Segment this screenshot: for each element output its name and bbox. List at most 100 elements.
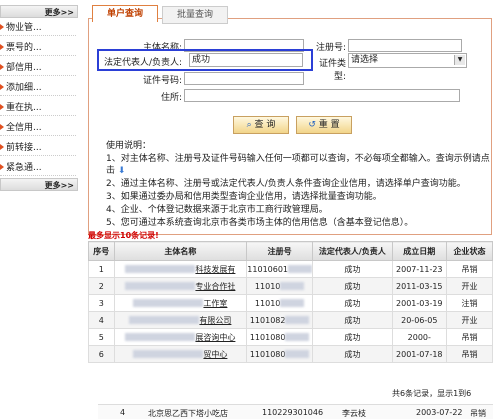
sidebar-item[interactable]: 重在执... <box>0 102 76 116</box>
cell-reg: 11010 <box>246 277 314 295</box>
cell-status: 注销 <box>445 294 494 312</box>
cell-no: 2 <box>88 277 115 295</box>
cell-date: 2011-03-15 <box>391 277 447 295</box>
company-name-link[interactable]: 展咨询中心 <box>195 333 235 342</box>
sidebar-item[interactable]: 添加细... <box>0 82 76 96</box>
sidebar-more-link-2[interactable]: 更多>> <box>0 178 78 191</box>
sidebar-item-label: 部信用... <box>6 63 42 73</box>
sidebar-item[interactable]: 紧急通... <box>0 162 76 176</box>
sidebar-item[interactable]: 前转接... <box>0 142 76 156</box>
company-name-link[interactable]: 工作室 <box>203 299 227 308</box>
sidebar-item-label: 全信用... <box>6 123 42 133</box>
cell-rep: 成功 <box>312 345 393 363</box>
help-line-4: 4、企业、个体登记数据来源于北京市工商行政管理局。 <box>106 205 328 215</box>
table-row[interactable]: 4 有限公司 1101082 成功 20-06-05 开业 <box>88 311 494 329</box>
cell-rep: 成功 <box>312 328 393 346</box>
sidebar-item-label: 重在执... <box>6 103 42 113</box>
cell-no: 3 <box>88 294 115 312</box>
legal-rep-input[interactable]: 成功 <box>189 53 303 67</box>
reset-icon: ↺ <box>308 120 316 130</box>
cert-type-label: 证件类型: <box>318 59 346 82</box>
result-footer: 共6条记录，显示1到6 <box>392 389 472 398</box>
cell-status: 开业 <box>445 277 494 295</box>
arrow-down-icon[interactable]: ⬇ <box>118 166 126 176</box>
bullet-arrow-icon <box>0 24 4 30</box>
cert-no-input[interactable] <box>184 72 304 85</box>
redacted-block <box>133 350 204 358</box>
table-row[interactable]: 5 展咨询中心 1101080 成功 2000- 吊销 <box>88 328 494 346</box>
cell-date: 2000- <box>391 328 447 346</box>
company-name-link[interactable]: 有限公司 <box>199 316 231 325</box>
help-title: 使用说明： <box>106 141 152 151</box>
sidebar-item-label: 前转接... <box>6 143 42 153</box>
sidebar-item[interactable]: 全信用... <box>0 122 76 136</box>
table-row[interactable]: 2 专业合作社 11010 成功 2011-03-15 开业 <box>88 277 494 295</box>
redacted-block <box>280 282 305 290</box>
sidebar-item[interactable]: 部信用... <box>0 62 76 76</box>
results-table: 序号 主体名称 注册号 法定代表人/负责人 成立日期 企业状态 1 科技发展有 11… <box>88 241 494 363</box>
reg-no-input[interactable] <box>348 39 462 52</box>
cert-type-select[interactable]: 请选择 ▼ <box>348 53 467 68</box>
col-header-no: 序号 <box>88 241 115 261</box>
result-limit-notice: 最多显示10条记录! <box>88 231 159 240</box>
sidebar-item-label: 物业管... <box>6 23 42 33</box>
redacted-block <box>125 265 196 273</box>
reg-no-text: 11010 <box>254 298 281 308</box>
bullet-arrow-icon <box>0 84 4 90</box>
cell-reg: 1101080 <box>246 345 314 363</box>
sidebar-item-label: 紧急通... <box>6 163 42 173</box>
cert-no-label: 证件号码: <box>142 76 182 86</box>
redacted-block <box>133 299 204 307</box>
tab-single-query[interactable]: 单户查询 <box>92 5 158 22</box>
redacted-block <box>285 316 310 324</box>
table-row[interactable]: 3 工作室 11010 成功 2001-03-19 注销 <box>88 294 494 312</box>
cell-name[interactable]: 展咨询中心 <box>113 328 248 346</box>
query-button[interactable]: ⌕ 查 询 <box>233 116 289 134</box>
help-line-1: 1、对主体名称、注册号及证件号码输入任何一项都可以查询，不必每项全都输入。查询示… <box>106 154 490 164</box>
sidebar-more-link-1[interactable]: 更多>> <box>0 5 78 18</box>
cell-status: 吊销 <box>445 260 494 278</box>
cell-reg: 1101082 <box>246 311 314 329</box>
chevron-down-icon: ▼ <box>454 55 465 65</box>
cell-date: 2007-11-23 <box>391 260 447 278</box>
tab-batch-query[interactable]: 批量查询 <box>162 6 228 24</box>
help-line-2: 2、通过主体名称、注册号或法定代表人/负责人条件查询企业信用，请选择单户查询功能… <box>106 179 466 189</box>
cell-name[interactable]: 科技发展有 <box>113 260 248 278</box>
sidebar-item-label: 添加细... <box>6 83 42 93</box>
legal-rep-label: 法定代表人/负责人: <box>104 58 183 68</box>
company-name-link[interactable]: 贸中心 <box>203 350 227 359</box>
reg-no-text: 1101082 <box>249 315 286 325</box>
cell-status: 吊销 <box>445 328 494 346</box>
help-line-5: 5、您可通过本系统查询北京市各类市场主体的信用信息（含基本登记信息）。 <box>106 218 414 228</box>
sidebar-item[interactable]: 物业管... <box>0 22 76 36</box>
company-name-link[interactable]: 专业合作社 <box>195 282 235 291</box>
table-row[interactable]: 1 科技发展有 11010601 成功 2007-11-23 吊销 <box>88 260 494 278</box>
reg-no-text: 11010601 <box>247 264 289 274</box>
cell-name[interactable]: 工作室 <box>113 294 248 312</box>
bullet-arrow-icon <box>0 104 4 110</box>
cell-rep: 成功 <box>312 277 393 295</box>
redacted-block <box>285 350 310 358</box>
search-icon: ⌕ <box>246 120 252 130</box>
cell-no: 6 <box>88 345 115 363</box>
reset-button[interactable]: ↺ 重 置 <box>296 116 352 134</box>
address-label: 住所: <box>160 93 182 103</box>
company-name-link[interactable]: 科技发展有 <box>195 265 235 274</box>
address-input[interactable] <box>184 89 460 102</box>
reg-no-text: 1101080 <box>249 332 286 342</box>
cell-name[interactable]: 有限公司 <box>113 311 248 329</box>
cell-date: 20-06-05 <box>391 311 447 329</box>
col-header-rep: 法定代表人/负责人 <box>312 241 393 261</box>
sidebar-item[interactable]: 票号的... <box>0 42 76 56</box>
cell-reg: 11010601 <box>246 260 314 278</box>
cell-no: 5 <box>88 328 115 346</box>
redacted-block <box>125 333 196 341</box>
bullet-arrow-icon <box>0 44 4 50</box>
redacted-block <box>125 282 196 290</box>
table-row[interactable]: 6 贸中心 1101080 成功 2001-07-18 吊销 <box>88 345 494 363</box>
redacted-block <box>288 265 312 273</box>
cell-name[interactable]: 专业合作社 <box>113 277 248 295</box>
col-header-status: 企业状态 <box>445 241 494 261</box>
cell-no: 1 <box>88 260 115 278</box>
cell-name[interactable]: 贸中心 <box>113 345 248 363</box>
